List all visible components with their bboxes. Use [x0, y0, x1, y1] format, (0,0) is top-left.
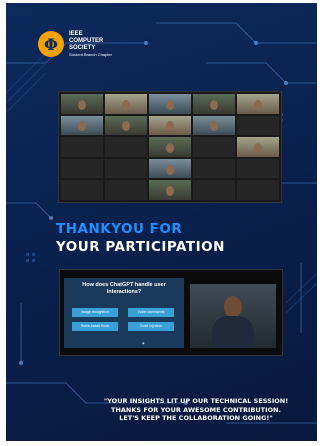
participant-tile: [193, 137, 235, 157]
org-line4: Student Branch Chapter: [69, 52, 112, 57]
org-line1: IEEE: [69, 31, 83, 37]
participant-tile: [149, 180, 191, 200]
participant-tile: [105, 115, 147, 136]
org-name: IEEE COMPUTER SOCIETY Student Branch Cha…: [69, 31, 112, 57]
speaker-video: [190, 284, 276, 348]
participant-tile: [149, 158, 191, 179]
face: [254, 143, 262, 154]
session-screenshot: How does ChatGPT handle user interaction…: [59, 269, 283, 356]
participant-tile: [237, 180, 279, 200]
participant-tile: [61, 180, 103, 200]
headline-line1: THANKYOU FOR: [56, 221, 183, 237]
face: [166, 186, 174, 197]
phi-logo-icon: Φ: [38, 31, 64, 57]
participant-tile: [237, 94, 279, 114]
participant-tile: [193, 115, 235, 136]
face: [78, 121, 86, 132]
slide-question: How does ChatGPT handle user interaction…: [82, 282, 166, 295]
face: [210, 121, 218, 132]
video-call-screenshot: [58, 91, 282, 203]
face: [254, 99, 262, 110]
org-line3: SOCIETY: [69, 45, 96, 51]
participant-tile: [61, 94, 103, 114]
headline-line2: YOUR PARTICIPATION: [56, 239, 225, 255]
participant-tile: [193, 158, 235, 179]
thank-you-message: "YOUR INSIGHTS LIT UP OUR TECHNICAL SESS…: [86, 397, 306, 423]
participant-tile: [61, 158, 103, 179]
face: [166, 99, 174, 110]
slide-option: Voice commands: [128, 308, 174, 317]
slide-option: Rules-based flows: [72, 322, 118, 331]
face: [210, 99, 218, 110]
face: [78, 99, 86, 110]
footer-line3: LET'S KEEP THE COLLABORATION GOING!": [119, 414, 273, 422]
footer-line2: THANKS FOR YOUR AWESOME CONTRIBUTION.: [111, 405, 281, 414]
face: [166, 164, 174, 175]
participant-tile: [193, 180, 235, 200]
face: [166, 121, 174, 132]
slide-option: Image recognition: [72, 308, 118, 317]
presentation-slide: How does ChatGPT handle user interaction…: [64, 278, 184, 348]
participant-tile: [105, 158, 147, 179]
thank-you-poster: Φ IEEE COMPUTER SOCIETY Student Branch C…: [6, 3, 317, 441]
participant-tile: [105, 137, 147, 157]
footer-line1: "YOUR INSIGHTS LIT UP OUR TECHNICAL SESS…: [103, 397, 289, 405]
speaker-body: [212, 316, 254, 348]
participant-tile: [149, 137, 191, 157]
face: [166, 143, 174, 154]
participant-tile: [149, 115, 191, 136]
participant-tile: [61, 115, 103, 136]
face: [122, 121, 130, 132]
participant-tile: [149, 94, 191, 114]
slide-option: Code injection: [128, 322, 174, 331]
participant-tile: [193, 94, 235, 114]
speaker-head: [224, 296, 242, 318]
org-line2: COMPUTER: [69, 38, 104, 44]
face: [122, 99, 130, 110]
participant-tile: [237, 137, 279, 157]
participant-tile: [237, 115, 279, 136]
slide-logo-icon: ◉: [142, 341, 145, 345]
ieee-cs-logo: Φ IEEE COMPUTER SOCIETY Student Branch C…: [38, 31, 112, 57]
participant-tile: [237, 158, 279, 179]
participant-tile: [61, 137, 103, 157]
participant-tile: [105, 180, 147, 200]
participant-tile: [105, 94, 147, 114]
